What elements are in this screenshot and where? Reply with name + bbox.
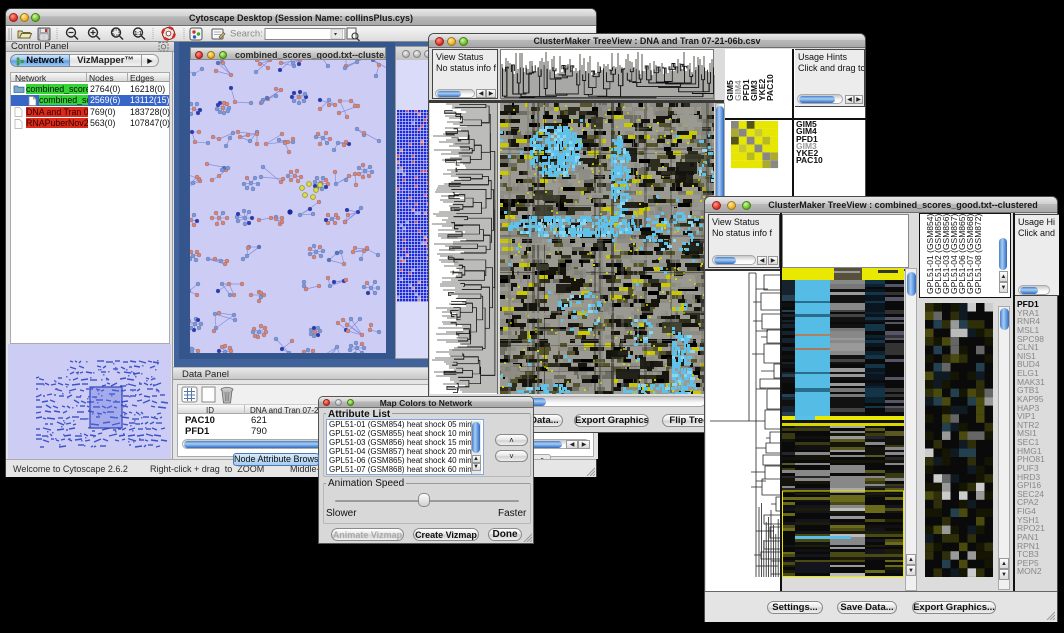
svg-text:Search:: Search: xyxy=(230,29,263,40)
svg-text:1:1: 1:1 xyxy=(134,31,141,37)
